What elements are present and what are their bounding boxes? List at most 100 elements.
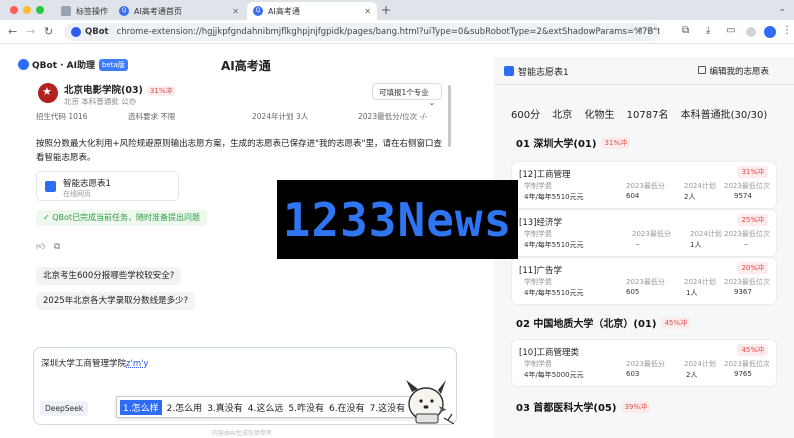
chevron-down-icon[interactable]: ⌄	[778, 4, 786, 14]
scrollbar[interactable]	[448, 85, 451, 147]
summary-subjects: 化物生	[584, 110, 615, 121]
school-name-text: 北京电影学院(03)	[64, 85, 143, 96]
ime-composition: z'm'y	[126, 359, 149, 369]
min-score-value: –	[636, 240, 640, 248]
beta-badge: beta版	[99, 58, 128, 71]
ai-disclaimer: 内容由AI生成仅供参考	[212, 430, 272, 437]
watermark-text: 1233News	[282, 193, 513, 247]
summary-region: 北京	[552, 110, 573, 121]
minimize-window-button[interactable]	[23, 6, 31, 14]
url-field[interactable]: QBot chrome-extension://hgjjkpfgndahnibm…	[64, 23, 660, 41]
major-name: [11]广告学	[519, 266, 562, 276]
share-icon[interactable]: ↗ ☆	[636, 26, 654, 36]
send-icon[interactable]: ➤	[438, 403, 447, 416]
chance-badge: 39%冲	[621, 400, 651, 413]
qbot-icon[interactable]	[764, 26, 776, 38]
ime-candidate[interactable]: 4.这么远	[248, 401, 284, 414]
address-bar-row: ← → ↻ QBot chrome-extension://hgjjkpfgnd…	[0, 20, 794, 44]
university-name: 02 中国地质大学（北京）(01)	[516, 319, 657, 330]
ime-candidate-bar: 1.怎么样 2.怎么用 3.真没有 4.这么远 5.咋没有 6.在没有 7.这没…	[116, 396, 422, 418]
site-badge: QBot	[71, 27, 109, 37]
suggestion-chip[interactable]: 2025年北京各大学录取分数线是多少?	[36, 292, 196, 310]
min-score-value: 604	[626, 192, 640, 200]
download-icon[interactable]: ⤓	[706, 25, 710, 36]
ime-candidate[interactable]: 1.怎么样	[120, 399, 162, 415]
menu-icon[interactable]: ⋮	[782, 25, 792, 36]
col-label: 学制学费	[524, 278, 552, 286]
zoom-window-button[interactable]	[36, 6, 44, 14]
qbot-icon: Q	[253, 6, 263, 16]
model-selector[interactable]: DeepSeek	[40, 401, 89, 416]
close-tab-icon[interactable]: ✕	[364, 7, 371, 16]
col-label: 2024计划	[684, 182, 716, 190]
chance-badge: 31%冲	[146, 86, 176, 96]
back-icon[interactable]: ←	[8, 25, 17, 38]
ime-candidate[interactable]: 5.咋没有	[288, 401, 324, 414]
fee-value: 4年/每年5000元元	[524, 371, 584, 379]
tab-label: 标签操作	[76, 6, 108, 16]
plan-value: 2人	[686, 371, 698, 379]
col-label: 2024计划	[684, 360, 716, 368]
major-card[interactable]: [10]工商管理类 45%冲 学制学费 2023最低分 2024计划 2023最…	[511, 339, 777, 387]
edit-label: 编辑我的志愿表	[709, 67, 769, 77]
forward-icon[interactable]: →	[26, 25, 35, 38]
input-value: 深圳大学工商管理学院	[41, 359, 127, 369]
tab-label: AI高考通首页	[134, 6, 182, 16]
thumbs-up-icon[interactable]: 👍︎	[36, 242, 45, 252]
major-card[interactable]: [13]经济学 25%冲 学制学费 2023最低分 2024计划 2023最低位…	[511, 209, 777, 257]
avatar[interactable]	[746, 27, 756, 37]
close-tab-icon[interactable]: ✕	[232, 7, 239, 16]
document-icon	[504, 66, 514, 76]
col-label: 2023最低分	[632, 230, 671, 238]
rank-value: 9574	[734, 192, 752, 200]
sidebar-icon[interactable]: ▭	[726, 25, 735, 36]
task-complete-status: ✓ QBot已完成当前任务，随时准备提出问题	[36, 210, 208, 226]
col-label: 学制学费	[524, 230, 552, 238]
close-window-button[interactable]	[10, 6, 18, 14]
qbot-logo-icon	[18, 59, 29, 70]
tab-ai-gaokao-home[interactable]: Q AI高考通首页 ✕	[113, 2, 245, 20]
col-label: 2023最低位次	[724, 182, 770, 190]
col-label: 2023最低分	[626, 360, 665, 368]
major-count-select[interactable]: 可填报1个专业 ⌄	[372, 83, 442, 107]
chance-badge: 45%冲	[737, 344, 768, 356]
fee-value: 4年/每年5510元元	[524, 193, 584, 201]
chevron-down-icon: ⌄	[428, 98, 435, 107]
school-card: 北京电影学院(03)31%冲 北京 本科普通批 公办 可填报1个专业 ⌄	[36, 80, 446, 110]
chat-input[interactable]: 深圳大学工商管理学院z'm'y DeepSeek 1.怎么样 2.怎么用 3.真…	[33, 347, 457, 425]
stat-min: 2023最低分/位次 -/-	[358, 112, 428, 121]
university-header: 01 深圳大学(01) 31%冲	[516, 135, 631, 150]
chance-badge: 31%冲	[737, 166, 768, 178]
ime-candidate[interactable]: 6.在没有	[329, 401, 365, 414]
col-label: 2023最低分	[626, 182, 665, 190]
summary-batch: 本科普通批(30/30)	[680, 110, 768, 121]
extensions-icon[interactable]: ⧉	[682, 25, 689, 36]
select-value: 可填报1个专业	[379, 88, 429, 97]
major-card[interactable]: [11]广告学 20%冲 学制学费 2023最低分 2024计划 2023最低位…	[511, 257, 777, 305]
card-title: 智能志愿表1	[63, 179, 111, 189]
major-card[interactable]: [12]工商管理 31%冲 学制学费 2023最低分 2024计划 2023最低…	[511, 161, 777, 209]
summary-rank: 10787名	[626, 110, 669, 121]
col-label: 2023最低分	[626, 278, 665, 286]
plus-icon[interactable]: +	[381, 3, 391, 17]
ime-candidate[interactable]: 2.怎么用	[167, 401, 203, 414]
copy-icon[interactable]: ⧉	[54, 242, 60, 252]
col-label: 2023最低位次	[724, 278, 770, 286]
suggestion-chip[interactable]: 北京考生600分报哪些学校较安全?	[36, 267, 182, 285]
panel-header: 智能志愿表1 编辑我的志愿表	[494, 57, 794, 85]
col-label: 2024计划	[690, 230, 722, 238]
reload-icon[interactable]: ↻	[44, 25, 53, 38]
ime-candidate[interactable]: 3.真没有	[207, 401, 243, 414]
tab-ai-gaokao[interactable]: Q AI高考通 ✕	[247, 2, 377, 20]
school-meta: 北京 本科普通批 公办	[64, 97, 137, 106]
fee-value: 4年/每年5510元元	[524, 241, 584, 249]
brand-name: QBot · AI助理	[32, 61, 95, 71]
url-text: chrome-extension://hgjjkpfgndahnibmjflkg…	[116, 27, 660, 37]
volunteer-table-card[interactable]: 智能志愿表1 在线网页	[36, 171, 179, 201]
input-text[interactable]: 深圳大学工商管理学院z'm'y	[41, 357, 148, 369]
tab-label-ops[interactable]: 标签操作	[55, 2, 112, 20]
card-subtitle: 在线网页	[63, 190, 91, 198]
chance-badge: 25%冲	[737, 214, 768, 226]
university-name: 03 首都医科大学(05)	[516, 403, 617, 414]
edit-table-button[interactable]: 编辑我的志愿表	[698, 65, 769, 77]
